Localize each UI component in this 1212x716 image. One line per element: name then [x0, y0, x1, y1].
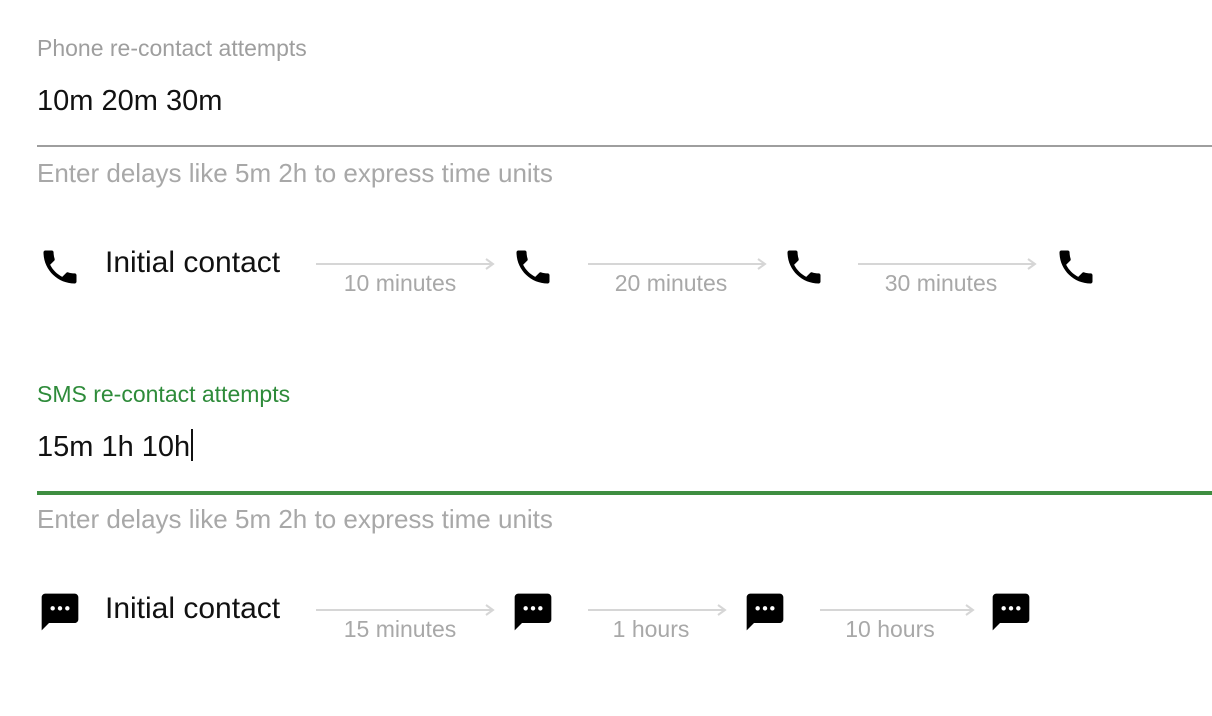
sms-arrow-3	[820, 603, 976, 617]
sms-attempts-input[interactable]: 15m 1h 10h	[37, 429, 194, 464]
sms-attempts-value: 15m 1h 10h	[37, 431, 191, 463]
phone-initial-contact-label: Initial contact	[105, 246, 281, 279]
phone-delay-1: 10 minutes	[343, 270, 457, 296]
phone-hint-text: Enter delays like 5m 2h to express time …	[37, 158, 553, 188]
sms-arrow-2	[588, 603, 728, 617]
sms-icon	[989, 590, 1033, 634]
sms-initial-contact-label: Initial contact	[105, 592, 281, 625]
sms-input-underline	[37, 491, 1212, 495]
sms-attempts-label: SMS re-contact attempts	[37, 381, 291, 407]
phone-delay-3: 30 minutes	[884, 270, 998, 296]
sms-delay-1: 15 minutes	[343, 616, 457, 642]
phone-icon	[511, 245, 555, 289]
sms-icon	[511, 590, 555, 634]
phone-delay-2: 20 minutes	[614, 270, 728, 296]
phone-input-underline	[37, 145, 1212, 147]
phone-attempts-input[interactable]	[37, 83, 1207, 119]
phone-icon	[1054, 245, 1098, 289]
phone-arrow-2	[588, 257, 768, 271]
sms-delay-2: 1 hours	[612, 616, 690, 642]
sms-icon	[743, 590, 787, 634]
sms-arrow-1	[316, 603, 496, 617]
phone-attempts-label: Phone re-contact attempts	[37, 35, 307, 61]
phone-icon	[38, 245, 82, 289]
phone-icon	[782, 245, 826, 289]
sms-icon	[38, 590, 82, 634]
sms-hint-text: Enter delays like 5m 2h to express time …	[37, 504, 553, 534]
sms-delay-3: 10 hours	[845, 616, 935, 642]
text-cursor	[191, 429, 194, 461]
phone-arrow-3	[858, 257, 1038, 271]
phone-arrow-1	[316, 257, 496, 271]
